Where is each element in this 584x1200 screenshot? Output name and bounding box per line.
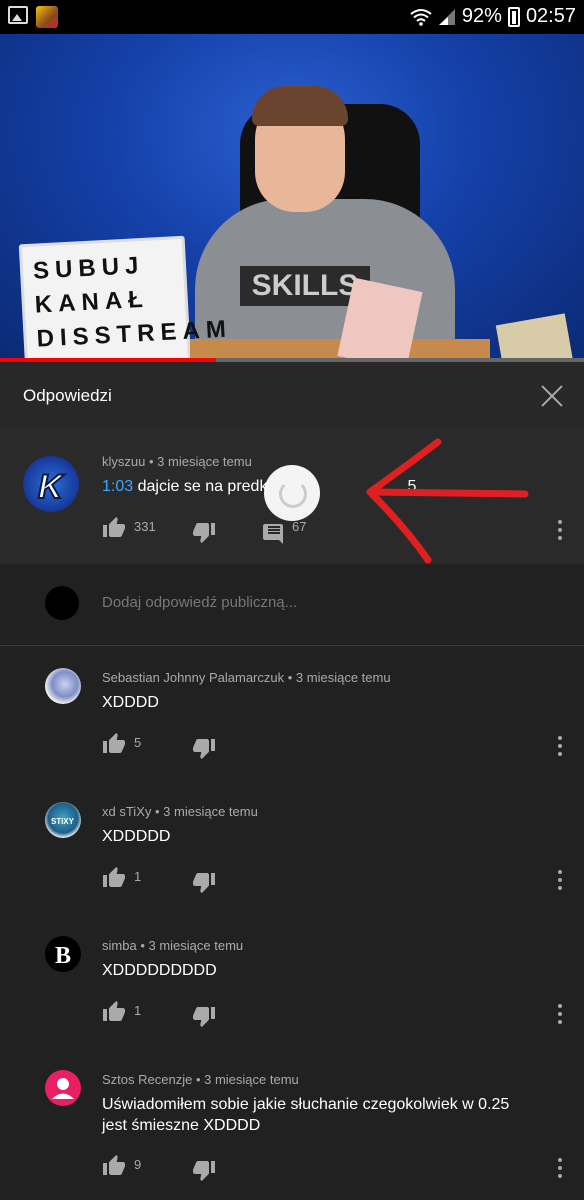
- comment-time: 3 miesiące temu: [157, 454, 252, 469]
- battery-icon: [507, 6, 520, 27]
- clock: 02:57: [525, 5, 576, 27]
- more-options-icon[interactable]: [556, 1157, 564, 1179]
- reply-icon[interactable]: [262, 520, 286, 544]
- thumbs-down-icon[interactable]: [192, 870, 216, 894]
- like-count: 1: [134, 869, 142, 884]
- k-logo-icon: K: [37, 467, 66, 507]
- wifi-icon: [410, 8, 432, 26]
- svg-text:K: K: [38, 468, 65, 506]
- video-sign: SUBUJ KANAŁ DISSTREAM: [18, 235, 233, 360]
- video-sign-line: DISSTREAM: [35, 315, 233, 353]
- loading-spinner: [264, 465, 320, 521]
- comment-meta: klyszuu • 3 miesiące temu: [102, 454, 252, 469]
- current-user-avatar: [45, 586, 79, 620]
- reply-comment: Sztos Recenzje • 3 miesiące temu Uświado…: [0, 1048, 584, 1200]
- thumbs-down-icon[interactable]: [192, 1004, 216, 1028]
- comment-actions: 5: [102, 732, 302, 759]
- thumbs-down-icon[interactable]: [192, 520, 216, 544]
- add-reply-row[interactable]: Dodaj odpowiedź publiczną...: [0, 564, 584, 646]
- gallery-notification-icon: [8, 6, 28, 24]
- stixy-logo-icon: STiXY: [51, 817, 75, 826]
- comment-actions: 1: [102, 1000, 302, 1027]
- comment-text: XDDDDDDDDD: [102, 962, 217, 979]
- svg-text:STiXY: STiXY: [51, 817, 75, 826]
- meta-separator: •: [148, 454, 158, 469]
- more-options-icon[interactable]: [556, 869, 564, 891]
- b-logo-icon: B: [55, 943, 71, 969]
- comment-text: XDDDD: [102, 694, 159, 711]
- like-count: 331: [134, 519, 156, 534]
- status-bar: 92% 02:57: [0, 0, 584, 34]
- thumbs-down-icon[interactable]: [192, 736, 216, 760]
- author-avatar[interactable]: B: [45, 936, 81, 972]
- comment-body: dajcie se na predk: [137, 478, 268, 495]
- comment-meta: Sztos Recenzje • 3 miesiące temu: [102, 1072, 299, 1087]
- comment-author[interactable]: xd sTiXy: [102, 804, 151, 819]
- thumbs-up-icon[interactable]: [102, 866, 126, 890]
- comment-text-line: jest śmieszne XDDDD: [102, 1117, 261, 1134]
- video-person-hair: [252, 86, 348, 126]
- comment-author[interactable]: simba: [102, 938, 137, 953]
- red-arrow-annotation: [366, 438, 529, 564]
- battery-percent: 92%: [461, 5, 502, 27]
- comment-actions: 9: [102, 1154, 302, 1181]
- comment-time: 3 miesiące temu: [204, 1072, 299, 1087]
- like-count: 9: [134, 1157, 142, 1172]
- author-avatar[interactable]: [45, 668, 81, 704]
- signal-icon: [438, 8, 455, 25]
- comment-meta: simba • 3 miesiące temu: [102, 938, 243, 953]
- thumbs-up-icon[interactable]: [102, 732, 126, 756]
- thumbs-up-icon[interactable]: [102, 1154, 126, 1178]
- replies-title: Odpowiedzi: [23, 386, 112, 405]
- reply-input[interactable]: Dodaj odpowiedź publiczną...: [102, 594, 297, 611]
- comment-meta: xd sTiXy • 3 miesiące temu: [102, 804, 258, 819]
- author-avatar[interactable]: [45, 1070, 81, 1106]
- video-sandwich: [495, 313, 575, 360]
- like-count: 5: [134, 735, 142, 750]
- svg-text:B: B: [55, 943, 71, 969]
- close-button[interactable]: [540, 384, 564, 408]
- reply-count: 67: [292, 519, 307, 534]
- comment-author[interactable]: Sebastian Johnny Palamarczuk: [102, 670, 284, 685]
- app-notification-icon: [36, 6, 58, 28]
- comment-text: Uświadomiłem sobie jakie słuchanie czego…: [102, 1094, 509, 1136]
- comment-text: XDDDDD: [102, 828, 171, 845]
- reply-comment: B simba • 3 miesiące temu XDDDDDDDDD 1: [0, 914, 584, 1048]
- author-avatar[interactable]: K: [23, 456, 79, 512]
- timestamp-link[interactable]: 1:03: [102, 478, 133, 495]
- comment-author[interactable]: klyszuu: [102, 454, 145, 469]
- reply-comment: Sebastian Johnny Palamarczuk • 3 miesiąc…: [0, 646, 584, 780]
- reply-comment: STiXY xd sTiXy • 3 miesiące temu XDDDDD …: [0, 780, 584, 914]
- meta-separator: •: [195, 1072, 205, 1087]
- video-player[interactable]: SKILLS SUBUJ KANAŁ DISSTREAM: [0, 34, 584, 360]
- more-options-icon[interactable]: [556, 1003, 564, 1025]
- author-avatar[interactable]: STiXY: [45, 802, 81, 838]
- comment-text-line: Uświadomiłem sobie jakie słuchanie czego…: [102, 1096, 510, 1113]
- comment-time: 3 miesiące temu: [295, 670, 391, 685]
- comment-time: 3 miesiące temu: [148, 938, 244, 953]
- default-user-icon: [52, 1078, 74, 1099]
- meta-separator: •: [287, 670, 296, 685]
- like-count: 1: [134, 1003, 142, 1018]
- thumbs-up-icon[interactable]: [102, 1000, 126, 1024]
- comment-actions: 1: [102, 866, 302, 893]
- more-options-icon[interactable]: [556, 735, 564, 757]
- comment-meta: Sebastian Johnny Palamarczuk • 3 miesiąc…: [102, 670, 391, 685]
- thumbs-down-icon[interactable]: [192, 1158, 216, 1182]
- comment-author[interactable]: Sztos Recenzje: [102, 1072, 192, 1087]
- thumbs-up-icon[interactable]: [102, 516, 126, 540]
- meta-separator: •: [154, 804, 164, 819]
- more-options-icon[interactable]: [556, 519, 564, 541]
- comment-time: 3 miesiące temu: [163, 804, 258, 819]
- replies-header: Odpowiedzi: [0, 362, 584, 430]
